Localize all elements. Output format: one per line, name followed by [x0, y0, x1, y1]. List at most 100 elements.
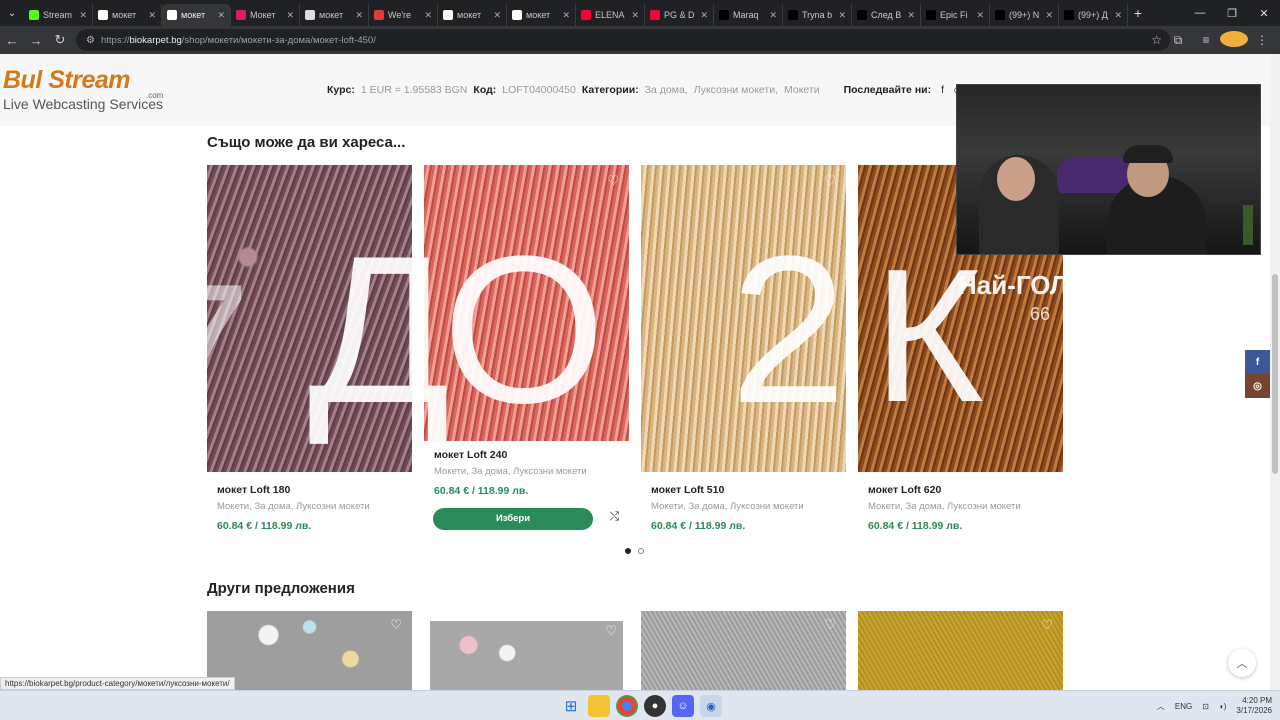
browser-tab[interactable]: След В ✕ — [852, 4, 921, 26]
product-name[interactable]: мокет Loft 510 — [651, 484, 846, 496]
browser-tab-strip: ⌄ Stream ✕ мокет ✕ мокет ✕ Мокет ✕ мокет ✕ We're ✕ м… — [0, 0, 1280, 26]
tab-close-icon[interactable]: ✕ — [493, 10, 501, 21]
page-scrollbar[interactable] — [1270, 54, 1280, 690]
tab-close-icon[interactable]: ✕ — [79, 10, 87, 21]
maximize-icon[interactable]: ❐ — [1216, 0, 1248, 26]
product-image[interactable]: ♡ — [641, 165, 846, 472]
file-explorer-icon[interactable] — [588, 695, 610, 717]
facebook-icon[interactable]: f — [941, 85, 944, 96]
tab-close-icon[interactable]: ✕ — [700, 10, 708, 21]
categories-label: Категории: — [581, 84, 639, 96]
tab-close-icon[interactable]: ✕ — [1114, 10, 1122, 21]
tab-close-icon[interactable]: ✕ — [148, 10, 156, 21]
extensions-icon[interactable]: ⧉ — [1164, 33, 1192, 48]
product-name[interactable]: мокет Loft 620 — [868, 484, 1063, 496]
scroll-to-top-button[interactable]: ︿ — [1228, 649, 1256, 677]
product-card[interactable]: мокет Loft 180 Мокети, За дома, Луксозни… — [207, 165, 412, 532]
network-icon[interactable]: ⊡ — [1202, 702, 1209, 711]
obs-icon[interactable]: ● — [644, 695, 666, 717]
minimize-icon[interactable]: — — [1184, 0, 1216, 26]
carousel-next-icon[interactable]: › — [1072, 340, 1077, 356]
windows-start-icon[interactable]: ⊞ — [560, 695, 582, 717]
product-categories: Мокети, За дома, Луксозни мокети — [217, 501, 370, 512]
category-link-carpets[interactable]: Мокети — [784, 84, 820, 96]
product-image[interactable] — [207, 165, 412, 472]
product-image[interactable]: ♡ — [641, 611, 846, 690]
tab-search-icon[interactable]: ⌄ — [0, 0, 24, 26]
browser-tab[interactable]: Stream ✕ — [24, 4, 93, 26]
browser-tab[interactable]: Мокет ✕ — [231, 4, 300, 26]
carousel-pagination — [625, 548, 644, 554]
browser-tab[interactable]: PG & D ✕ — [645, 4, 714, 26]
browser-tab[interactable]: (99+) N ✕ — [990, 4, 1059, 26]
volume-icon[interactable]: ◖) — [1219, 702, 1227, 711]
browser-tab[interactable]: ELENA ✕ — [576, 4, 645, 26]
product-image[interactable]: ♡ — [424, 165, 629, 441]
back-icon[interactable]: ← — [0, 26, 24, 54]
media-control-icon[interactable]: ≡ — [1192, 33, 1220, 47]
tab-close-icon[interactable]: ✕ — [631, 10, 639, 21]
tab-close-icon[interactable]: ✕ — [1045, 10, 1053, 21]
product-image[interactable]: ♡ — [207, 611, 412, 690]
browser-tab[interactable]: мокет ✕ — [438, 4, 507, 26]
select-options-button[interactable]: Избери — [433, 508, 593, 530]
tab-close-icon[interactable]: ✕ — [976, 10, 984, 21]
new-tab-button[interactable]: + — [1128, 5, 1148, 21]
reload-icon[interactable]: ↻ — [48, 26, 72, 54]
wishlist-heart-icon[interactable]: ♡ — [390, 617, 402, 633]
product-name[interactable]: мокет Loft 180 — [217, 484, 412, 496]
wishlist-heart-icon[interactable]: ♡ — [824, 617, 836, 633]
tab-close-icon[interactable]: ✕ — [355, 10, 363, 21]
tab-close-icon[interactable]: ✕ — [424, 10, 432, 21]
menu-icon[interactable]: ⋮ — [1248, 33, 1276, 47]
clock[interactable]: 4:20 PM 3/17/2026 — [1236, 696, 1272, 716]
browser-tab[interactable]: мокет ✕ — [507, 4, 576, 26]
wishlist-heart-icon[interactable]: ♡ — [1041, 617, 1053, 633]
compare-icon[interactable]: ⤭ — [609, 509, 619, 524]
chrome-icon[interactable] — [616, 695, 638, 717]
tab-close-icon[interactable]: ✕ — [286, 10, 294, 21]
wishlist-heart-icon[interactable]: ♡ — [605, 623, 617, 639]
browser-tab[interactable]: (99+) Д ✕ — [1059, 4, 1128, 26]
category-link-home[interactable]: За дома, — [645, 84, 688, 96]
site-info-icon[interactable]: ⚙ — [86, 35, 95, 46]
browser-tab[interactable]: мокет ✕ — [300, 4, 369, 26]
bookmark-star-icon[interactable]: ☆ — [1151, 33, 1162, 47]
carousel-dot-2[interactable] — [638, 548, 644, 554]
status-link-preview: https://biokarpet.bg/product-category/мо… — [0, 677, 235, 690]
wishlist-heart-icon[interactable]: ♡ — [824, 173, 836, 189]
rate-value: 1 EUR = 1.95583 BGN — [360, 84, 468, 96]
tab-list: Stream ✕ мокет ✕ мокет ✕ Мокет ✕ мокет ✕ We're ✕ мок… — [24, 0, 1128, 26]
browser-tab[interactable]: We're ✕ — [369, 4, 438, 26]
product-image[interactable]: ♡ — [858, 611, 1063, 690]
tab-close-icon[interactable]: ✕ — [907, 10, 915, 21]
wishlist-heart-icon[interactable]: ♡ — [607, 173, 619, 189]
carousel-dot-1[interactable] — [625, 548, 631, 554]
close-window-icon[interactable]: ✕ — [1248, 0, 1280, 26]
product-card[interactable]: ♡ мокет Loft 240 Мокети, За дома, Луксоз… — [424, 165, 629, 530]
product-card[interactable]: ♡ мокет Loft 510 Мокети, За дома, Луксоз… — [641, 165, 846, 532]
forward-icon[interactable]: → — [24, 26, 48, 54]
tab-favicon-icon — [719, 10, 729, 20]
browser-tab[interactable]: мокет ✕ — [93, 4, 162, 26]
discord-icon[interactable]: ☺ — [672, 695, 694, 717]
profile-avatar[interactable] — [1220, 30, 1248, 50]
tab-close-icon[interactable]: ✕ — [562, 10, 570, 21]
tab-close-icon[interactable]: ✕ — [769, 10, 777, 21]
category-link-luxury[interactable]: Луксозни мокети, — [694, 84, 778, 96]
tray-chevron-icon[interactable]: ︿ — [1157, 701, 1165, 712]
language-indicator[interactable]: ENG — [1175, 702, 1192, 711]
tab-close-icon[interactable]: ✕ — [217, 10, 225, 21]
facebook-share-icon[interactable]: f — [1245, 350, 1270, 374]
browser-tab[interactable]: Tryna b ✕ — [783, 4, 852, 26]
tab-close-icon[interactable]: ✕ — [838, 10, 846, 21]
address-bar[interactable]: ⚙ https://biokarpet.bg/shop/мокети/мокет… — [76, 29, 1170, 51]
product-name[interactable]: мокет Loft 240 — [434, 449, 629, 461]
app-icon[interactable]: ◉ — [700, 695, 722, 717]
browser-tab[interactable]: мокет ✕ — [162, 4, 231, 26]
browser-tab[interactable]: Epic Fi ✕ — [921, 4, 990, 26]
browser-tab[interactable]: Maraq ✕ — [714, 4, 783, 26]
instagram-share-icon[interactable]: ◎ — [1245, 374, 1270, 398]
product-image[interactable]: ♡ — [430, 621, 623, 690]
tab-favicon-icon — [995, 10, 1005, 20]
